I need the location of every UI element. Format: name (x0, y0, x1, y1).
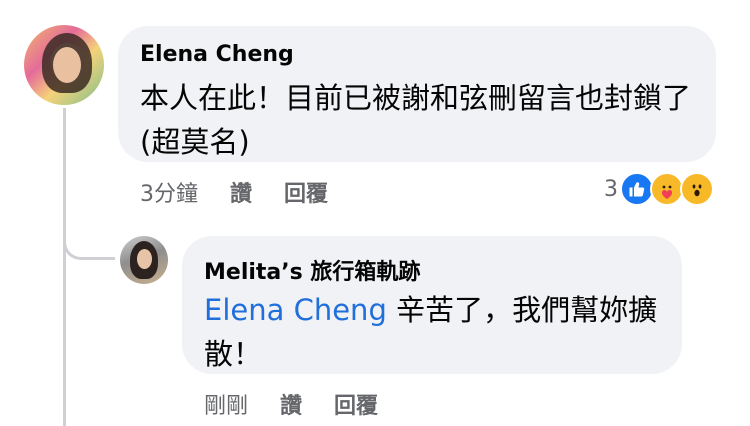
care-icon (650, 172, 684, 206)
reply-bubble: Melita’s 旅行箱軌跡 Elena Cheng 辛苦了，我們幫妳擴散！ (182, 236, 682, 374)
reply-timestamp[interactable]: 剛剛 (204, 388, 248, 420)
reply-author[interactable]: Melita’s 旅行箱軌跡 (204, 254, 420, 286)
mention-link[interactable]: Elena Cheng (204, 293, 387, 327)
like-icon (620, 172, 654, 206)
wow-icon (680, 172, 714, 206)
comment-text: 本人在此！目前已被謝和弦刪留言也封鎖了(超莫名) (140, 81, 692, 159)
reply-actions: 剛剛 讚 回覆 (204, 388, 410, 420)
comment-author[interactable]: Elena Cheng (140, 42, 294, 67)
reaction-count: 3 (604, 176, 618, 202)
like-button[interactable]: 讚 (230, 176, 252, 208)
comment-timestamp[interactable]: 3分鐘 (140, 176, 198, 208)
thread-connector (63, 200, 115, 260)
comment-actions: 3分鐘 讚 回覆 (140, 176, 360, 208)
comment-bubble: Elena Cheng 本人在此！目前已被謝和弦刪留言也封鎖了(超莫名) (118, 26, 716, 162)
reply-like-button[interactable]: 讚 (280, 388, 302, 420)
reply-reply-button[interactable]: 回覆 (334, 388, 378, 420)
reaction-summary[interactable]: 3 (604, 172, 714, 206)
reply-button[interactable]: 回覆 (284, 176, 328, 208)
thread-line (63, 108, 66, 426)
reply-text: Elena Cheng 辛苦了，我們幫妳擴散！ (204, 288, 664, 376)
avatar[interactable] (24, 25, 104, 105)
reply-avatar[interactable] (120, 236, 168, 284)
